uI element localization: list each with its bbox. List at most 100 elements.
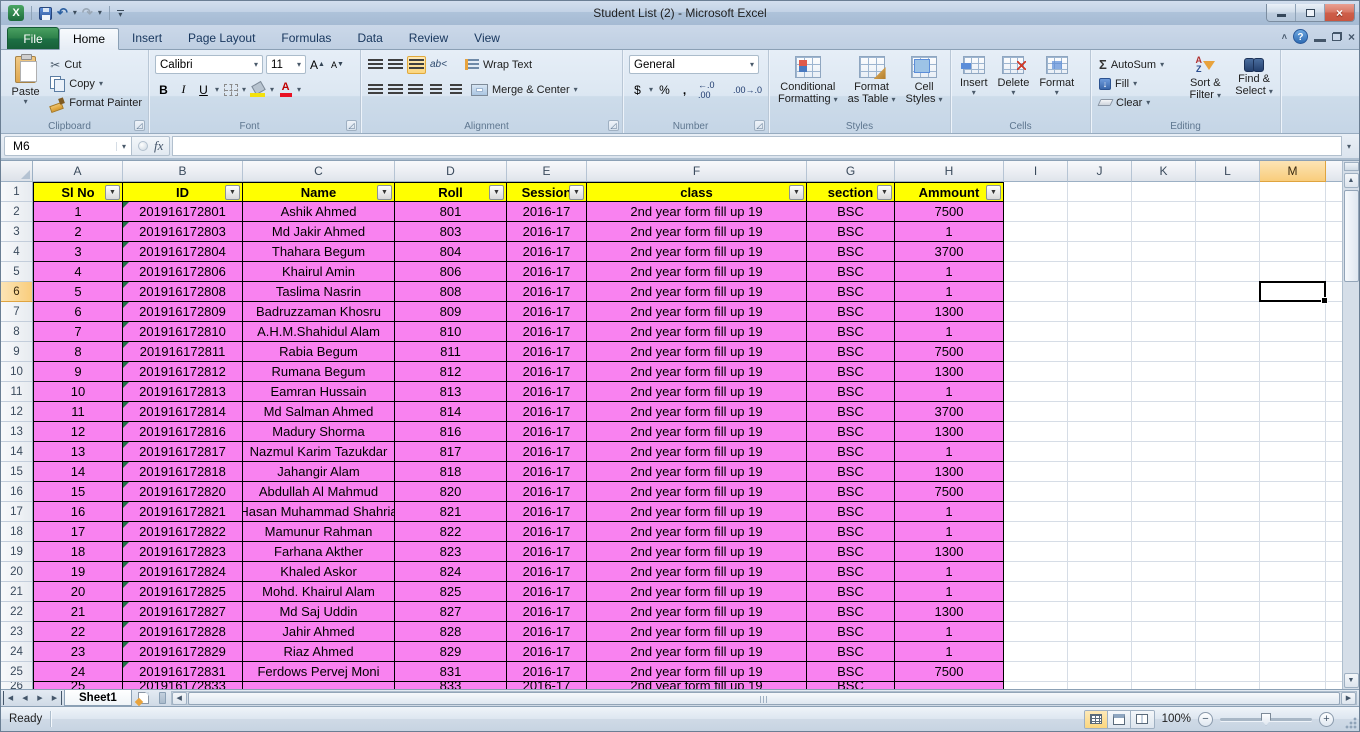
- cell-J17[interactable]: [1068, 502, 1132, 522]
- sort-filter-button[interactable]: AZ Sort & Filter ▾: [1182, 54, 1228, 118]
- cell-D9[interactable]: 811: [395, 342, 507, 362]
- cell-A8[interactable]: 7: [33, 322, 123, 342]
- cell-M1[interactable]: [1260, 182, 1326, 202]
- cell-D24[interactable]: 829: [395, 642, 507, 662]
- cell-G8[interactable]: BSC: [807, 322, 895, 342]
- scroll-right-icon[interactable]: ▶: [1341, 692, 1356, 705]
- column-header-E[interactable]: E: [507, 161, 587, 182]
- cell-F6[interactable]: 2nd year form fill up 19: [587, 282, 807, 302]
- cell-G7[interactable]: BSC: [807, 302, 895, 322]
- cell-L16[interactable]: [1196, 482, 1260, 502]
- cell-E21[interactable]: 2016-17: [507, 582, 587, 602]
- cell-A15[interactable]: 14: [33, 462, 123, 482]
- cell-A10[interactable]: 9: [33, 362, 123, 382]
- tab-home[interactable]: Home: [59, 28, 119, 50]
- align-center-button[interactable]: [387, 81, 404, 99]
- cell-I15[interactable]: [1004, 462, 1068, 482]
- cell-A18[interactable]: 17: [33, 522, 123, 542]
- cell-I14[interactable]: [1004, 442, 1068, 462]
- cell-M15[interactable]: [1260, 462, 1326, 482]
- cell-D26[interactable]: 833: [395, 682, 507, 689]
- cell-D10[interactable]: 812: [395, 362, 507, 382]
- cell-E5[interactable]: 2016-17: [507, 262, 587, 282]
- help-icon[interactable]: ?: [1293, 29, 1308, 44]
- cell-J11[interactable]: [1068, 382, 1132, 402]
- cell-D12[interactable]: 814: [395, 402, 507, 422]
- cell-J4[interactable]: [1068, 242, 1132, 262]
- filter-dropdown-icon[interactable]: ▼: [489, 185, 504, 200]
- cell-E13[interactable]: 2016-17: [507, 422, 587, 442]
- row-header-13[interactable]: 13: [1, 422, 33, 442]
- cell-K15[interactable]: [1132, 462, 1196, 482]
- cell-L10[interactable]: [1196, 362, 1260, 382]
- cell-H8[interactable]: 1: [895, 322, 1004, 342]
- increase-decimal-button[interactable]: ←.0 .00: [696, 82, 728, 98]
- cell-H1[interactable]: Ammount▼: [895, 182, 1004, 202]
- cell-F15[interactable]: 2nd year form fill up 19: [587, 462, 807, 482]
- number-dialog-launcher-icon[interactable]: ◿: [754, 120, 765, 131]
- percent-style-button[interactable]: %: [656, 81, 673, 99]
- tab-formulas[interactable]: Formulas: [268, 27, 344, 49]
- cell-E20[interactable]: 2016-17: [507, 562, 587, 582]
- cell-D1[interactable]: Roll▼: [395, 182, 507, 202]
- cell-B17[interactable]: 201916172821: [123, 502, 243, 522]
- cell-D23[interactable]: 828: [395, 622, 507, 642]
- cell-D14[interactable]: 817: [395, 442, 507, 462]
- cell-F14[interactable]: 2nd year form fill up 19: [587, 442, 807, 462]
- cell-J7[interactable]: [1068, 302, 1132, 322]
- italic-button[interactable]: I: [175, 81, 192, 99]
- last-sheet-icon[interactable]: ▶: [48, 691, 62, 705]
- decrease-indent-button[interactable]: [427, 81, 444, 99]
- cell-F16[interactable]: 2nd year form fill up 19: [587, 482, 807, 502]
- cell-L1[interactable]: [1196, 182, 1260, 202]
- cell-J14[interactable]: [1068, 442, 1132, 462]
- cell-K21[interactable]: [1132, 582, 1196, 602]
- filter-dropdown-icon[interactable]: ▼: [105, 185, 120, 200]
- column-header-B[interactable]: B: [123, 161, 243, 182]
- cell-L8[interactable]: [1196, 322, 1260, 342]
- cell-K17[interactable]: [1132, 502, 1196, 522]
- cell-B16[interactable]: 201916172820: [123, 482, 243, 502]
- cell-L22[interactable]: [1196, 602, 1260, 622]
- cell-I16[interactable]: [1004, 482, 1068, 502]
- cell-L14[interactable]: [1196, 442, 1260, 462]
- cell-E11[interactable]: 2016-17: [507, 382, 587, 402]
- cell-F8[interactable]: 2nd year form fill up 19: [587, 322, 807, 342]
- cell-F18[interactable]: 2nd year form fill up 19: [587, 522, 807, 542]
- fill-color-button[interactable]: [249, 81, 267, 99]
- cell-H16[interactable]: 7500: [895, 482, 1004, 502]
- insert-worksheet-button[interactable]: [132, 690, 156, 706]
- cell-E25[interactable]: 2016-17: [507, 662, 587, 682]
- cell-I4[interactable]: [1004, 242, 1068, 262]
- cell-D2[interactable]: 801: [395, 202, 507, 222]
- row-header-18[interactable]: 18: [1, 522, 33, 542]
- cell-D15[interactable]: 818: [395, 462, 507, 482]
- cell-L20[interactable]: [1196, 562, 1260, 582]
- autosum-button[interactable]: ΣAutoSum▾: [1097, 56, 1178, 73]
- cell-K8[interactable]: [1132, 322, 1196, 342]
- cell-D25[interactable]: 831: [395, 662, 507, 682]
- cell-A26[interactable]: 25: [33, 682, 123, 689]
- column-header-C[interactable]: C: [243, 161, 395, 182]
- filter-dropdown-icon[interactable]: ▼: [986, 185, 1001, 200]
- cell-F1[interactable]: class▼: [587, 182, 807, 202]
- cell-L24[interactable]: [1196, 642, 1260, 662]
- cell-C12[interactable]: Md Salman Ahmed: [243, 402, 395, 422]
- cell-F7[interactable]: 2nd year form fill up 19: [587, 302, 807, 322]
- save-icon[interactable]: [39, 7, 52, 20]
- cell-G11[interactable]: BSC: [807, 382, 895, 402]
- cell-H12[interactable]: 3700: [895, 402, 1004, 422]
- cell-D18[interactable]: 822: [395, 522, 507, 542]
- cell-L25[interactable]: [1196, 662, 1260, 682]
- excel-logo-icon[interactable]: X: [8, 5, 24, 21]
- cell-K13[interactable]: [1132, 422, 1196, 442]
- font-color-button[interactable]: A: [277, 81, 294, 99]
- cell-K16[interactable]: [1132, 482, 1196, 502]
- cell-M9[interactable]: [1260, 342, 1326, 362]
- cell-C21[interactable]: Mohd. Khairul Alam: [243, 582, 395, 602]
- cell-G21[interactable]: BSC: [807, 582, 895, 602]
- cell-A17[interactable]: 16: [33, 502, 123, 522]
- cell-D3[interactable]: 803: [395, 222, 507, 242]
- cell-L13[interactable]: [1196, 422, 1260, 442]
- row-header-3[interactable]: 3: [1, 222, 33, 242]
